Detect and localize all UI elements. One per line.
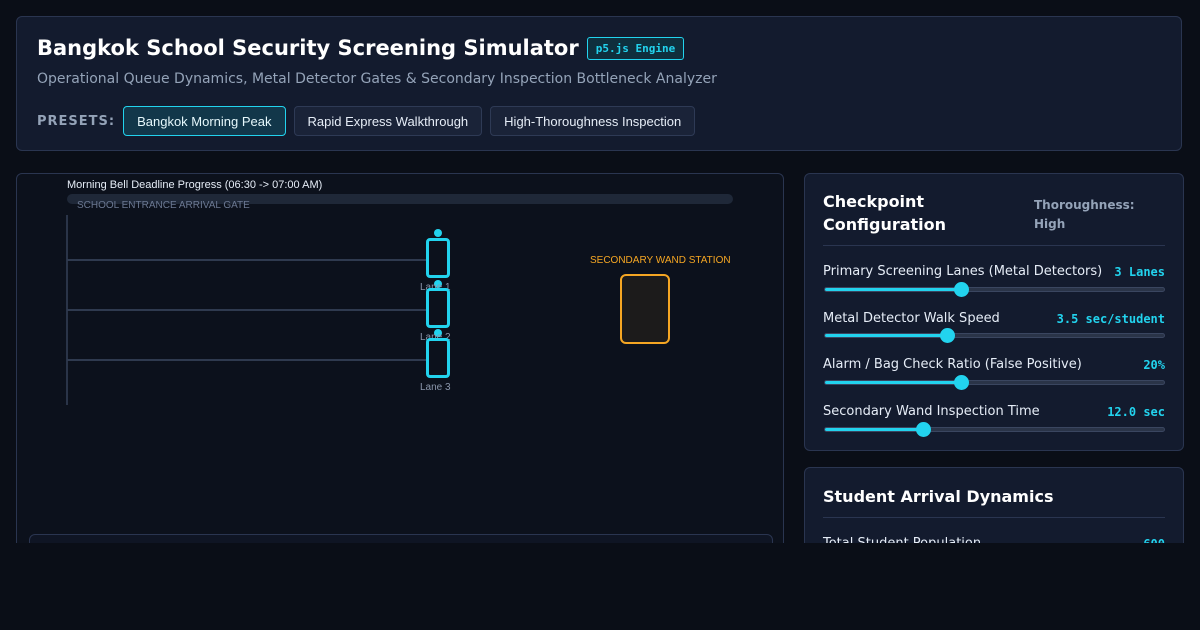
simulation-canvas[interactable]: Morning Bell Deadline Progress (06:30 ->… (16, 173, 784, 553)
lane-label-3: Lane 3 (420, 382, 451, 393)
wand-time-slider-fill (825, 428, 924, 431)
wand-time-slider[interactable] (824, 422, 1165, 437)
lanes-slider-fill (825, 288, 961, 291)
lanes-param-label: Primary Screening Lanes (Metal Detectors… (823, 264, 1103, 279)
alarm-ratio-param-value: 20% (1143, 358, 1165, 372)
lanes-slider[interactable] (824, 282, 1165, 297)
metal-detector-lane-2 (426, 288, 450, 328)
alarm-ratio-slider-thumb[interactable] (953, 375, 969, 390)
wand-time-slider-thumb[interactable] (916, 422, 932, 437)
header-panel: Bangkok School Security Screening Simula… (16, 16, 1182, 151)
wand-time-param-label: Secondary Wand Inspection Time (823, 404, 1040, 419)
wand-time-param-value: 12.0 sec (1107, 405, 1165, 419)
metal-detector-lane-1 (426, 238, 450, 278)
metal-detector-lane-3 (426, 338, 450, 378)
preset-rapid-express-button[interactable]: Rapid Express Walkthrough (293, 106, 483, 136)
lane-path-1 (67, 259, 439, 261)
student-dot (434, 229, 442, 237)
alarm-ratio-param-label: Alarm / Bag Check Ratio (False Positive) (823, 357, 1082, 372)
arrival-divider (823, 517, 1165, 518)
walk-speed-slider[interactable] (824, 328, 1165, 343)
page-subtitle: Operational Queue Dynamics, Metal Detect… (37, 71, 717, 87)
engine-badge: p5.js Engine (586, 36, 685, 60)
thoroughness-badge: Thoroughness: High (1034, 198, 1135, 231)
lanes-param-value: 3 Lanes (1114, 265, 1165, 279)
title-row: Bangkok School Security Screening Simula… (37, 36, 685, 60)
page-title: Bangkok School Security Screening Simula… (37, 36, 579, 60)
checkpoint-config-card: Checkpoint Configuration Thoroughness: H… (804, 173, 1184, 451)
lanes-slider-thumb[interactable] (953, 282, 969, 297)
walk-speed-param-value: 3.5 sec/student (1056, 312, 1165, 326)
preset-bangkok-morning-peak-button[interactable]: Bangkok Morning Peak (123, 106, 286, 136)
lane-path-3 (67, 359, 439, 361)
config-divider (823, 245, 1165, 246)
config-card-title: Checkpoint Configuration (823, 192, 947, 234)
walk-speed-slider-thumb[interactable] (940, 328, 956, 343)
preset-high-thoroughness-button[interactable]: High-Thoroughness Inspection (490, 106, 696, 136)
presets-bar: PRESETS: Bangkok Morning Peak Rapid Expr… (37, 106, 696, 136)
entrance-gate-label: SCHOOL ENTRANCE ARRIVAL GATE (77, 200, 250, 211)
presets-label: PRESETS: (37, 113, 116, 129)
secondary-wand-station (620, 274, 670, 344)
viewport-blank-area (0, 543, 1200, 630)
wand-station-label: SECONDARY WAND STATION (590, 255, 731, 266)
walk-speed-param-label: Metal Detector Walk Speed (823, 311, 1000, 326)
alarm-ratio-slider[interactable] (824, 375, 1165, 390)
alarm-ratio-slider-fill (825, 381, 961, 384)
deadline-progress-label: Morning Bell Deadline Progress (06:30 ->… (67, 179, 323, 191)
walk-speed-slider-fill (825, 334, 948, 337)
lane-path-2 (67, 309, 439, 311)
arrival-card-title: Student Arrival Dynamics (823, 487, 1054, 506)
